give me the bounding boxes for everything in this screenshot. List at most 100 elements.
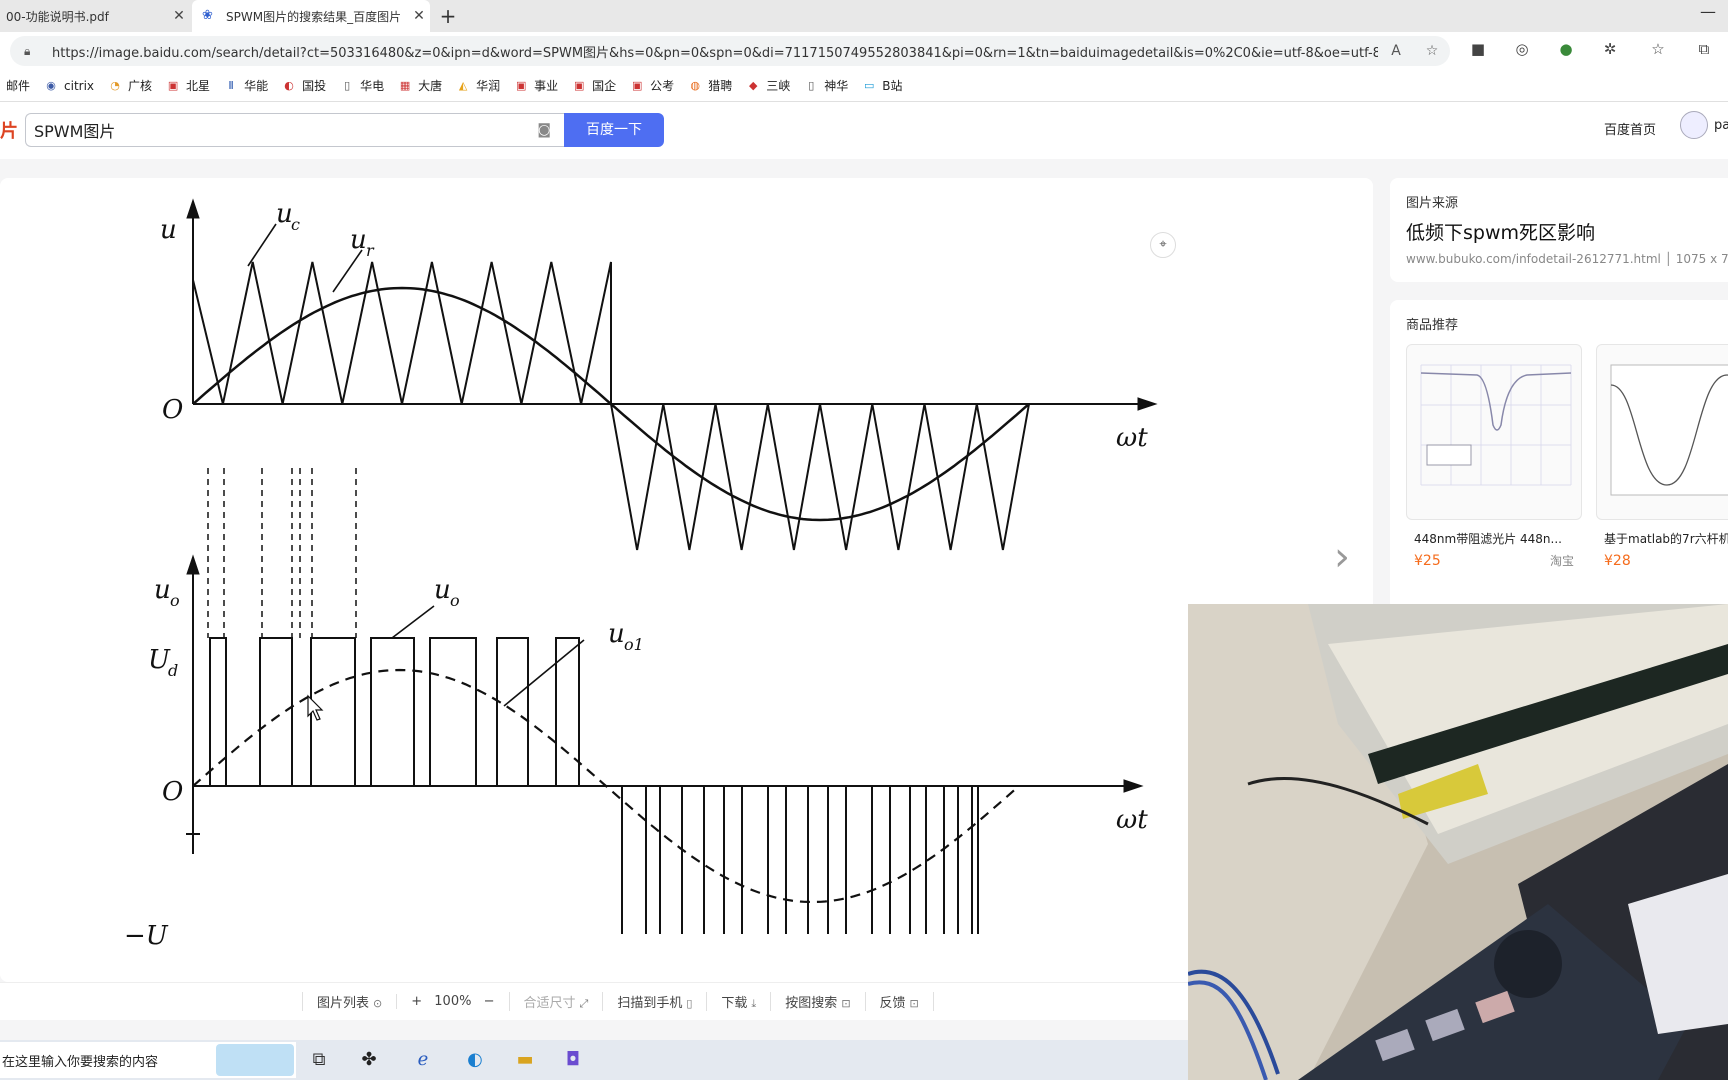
shiye-icon: ▣ <box>515 78 527 92</box>
pulse <box>209 637 227 786</box>
goods-heading: 商品推荐 <box>1406 318 1459 333</box>
origin-label-bottom: O <box>162 777 183 807</box>
favorites-icon[interactable]: ☆ <box>1648 40 1668 58</box>
bookmark[interactable]: ◉ citrix <box>44 79 94 93</box>
extension-icon[interactable]: ● <box>1556 40 1576 58</box>
lock-icon: 🔒︎ <box>24 44 31 58</box>
close-icon[interactable]: ✕ <box>408 8 430 24</box>
bookmark[interactable]: ▣ 公考 <box>630 77 674 94</box>
uo-subscript: o <box>450 591 460 610</box>
product-thumbnail <box>1406 344 1582 520</box>
screenshot-scan-icon[interactable]: ⌖ <box>1150 232 1176 258</box>
bookmark[interactable]: ◆ 三峡 <box>746 77 790 94</box>
collections-icon[interactable]: ⧉ <box>1694 40 1714 58</box>
new-tab-button[interactable]: + <box>436 4 460 28</box>
bookmark[interactable]: ▯ 神华 <box>804 77 848 94</box>
bookmark[interactable]: ▣ 国企 <box>572 77 616 94</box>
address-bar[interactable]: 🔒︎ https://image.baidu.com/search/detail… <box>10 36 1450 66</box>
scan-to-phone-button[interactable]: 扫描到手机 ▯ <box>602 992 706 1011</box>
product-card[interactable]: 448nm带阻滤光片 448n... ¥25 淘宝 <box>1406 344 1582 569</box>
uo1-label: u <box>608 619 625 649</box>
page-icon: ▯ <box>808 78 815 92</box>
tab-pdf[interactable]: 00-功能说明书.pdf ✕ <box>0 0 190 32</box>
fit-icon: ⤢ <box>579 997 589 1010</box>
bookmark[interactable]: ◭ 华润 <box>456 77 500 94</box>
download-button[interactable]: 下载 ⤓ <box>706 992 770 1011</box>
minimize-icon[interactable]: — <box>1700 2 1716 21</box>
webcam-overlay <box>1188 604 1728 1080</box>
axis-uo-subscript: o <box>170 591 180 610</box>
app-icon[interactable]: ◘ <box>560 1048 586 1072</box>
extension-icon[interactable]: ◎ <box>1512 40 1532 58</box>
bookmark[interactable]: ◔ 广核 <box>108 77 152 94</box>
extension-icon[interactable]: ■ <box>1468 40 1488 58</box>
huarun-icon: ◭ <box>458 78 468 92</box>
bookmark[interactable]: ▦ 大唐 <box>398 77 442 94</box>
projection-lines <box>207 468 357 638</box>
read-aloud-icon[interactable]: A <box>1378 43 1414 59</box>
spwm-figure: u u c u r O ωt u o u o u o1 U d O ωt −U <box>124 198 1158 951</box>
image-search-icon: ⊡ <box>841 997 851 1010</box>
phone-icon: ▯ <box>686 997 693 1010</box>
feedback-icon: ⊡ <box>909 997 919 1010</box>
camera-icon[interactable]: ◙ <box>537 122 551 138</box>
task-view-icon[interactable]: ⧉ <box>306 1048 332 1072</box>
zoom-out-button[interactable]: − <box>484 994 495 1009</box>
pulse <box>429 637 477 786</box>
tab-label: 00-功能说明书.pdf <box>6 9 109 24</box>
ud-subscript: d <box>168 661 178 680</box>
cgn-icon: ◔ <box>110 78 120 92</box>
bilibili-icon: ▭ <box>864 78 875 92</box>
bookmark-label: 广核 <box>128 79 153 93</box>
beixing-icon: ▣ <box>167 78 179 92</box>
search-by-image-button[interactable]: 按图搜索 ⊡ <box>770 992 864 1011</box>
user-name[interactable]: pa <box>1714 118 1728 133</box>
product-card[interactable]: 基于matlab的7r六杆机 ¥28 <box>1596 344 1728 569</box>
search-button[interactable]: 百度一下 <box>564 113 664 147</box>
close-icon[interactable]: ✕ <box>168 8 190 24</box>
next-arrow-icon[interactable]: › <box>1334 534 1350 580</box>
search-input[interactable]: SPWM图片 ◙ <box>25 113 565 147</box>
bookmark[interactable]: ◐ 国投 <box>282 77 326 94</box>
bookmark[interactable]: ◍ 猎聘 <box>688 77 732 94</box>
ur-label: u <box>350 225 367 255</box>
image-list-button[interactable]: 图片列表 ⊙ <box>302 992 396 1011</box>
bookmark-label: 华能 <box>244 79 269 93</box>
bookmark[interactable]: ▭ B站 <box>862 77 902 94</box>
ie-icon[interactable]: ℯ <box>410 1048 436 1072</box>
product-thumbnail <box>1596 344 1728 520</box>
feedback-button[interactable]: 反馈 ⊡ <box>864 992 934 1011</box>
source-card: 图片来源 低频下spwm死区影响 www.bubuko.com/infodeta… <box>1390 178 1728 282</box>
favorite-star-icon[interactable]: ☆ <box>1414 43 1450 59</box>
taskbar-search-text: 在这里输入你要搜索的内容 <box>2 1054 159 1070</box>
baidu-home-link[interactable]: 百度首页 <box>1604 119 1656 138</box>
bookmark[interactable]: ▯ 华电 <box>340 77 384 94</box>
file-explorer-icon[interactable]: ▬ <box>512 1048 538 1072</box>
citrix-icon: ◉ <box>46 78 56 92</box>
puzzle-icon[interactable]: ✲ <box>1600 40 1620 58</box>
image-viewer: u u c u r O ωt u o u o u o1 U d O ωt −U <box>0 178 1373 982</box>
avatar[interactable] <box>1680 111 1708 139</box>
origin-label: O <box>162 395 183 425</box>
fit-size-button[interactable]: 合适尺寸 ⤢ <box>508 992 603 1011</box>
uc-leader <box>247 223 277 267</box>
ur-leader <box>332 249 363 293</box>
bookmark-label: 大唐 <box>418 79 443 93</box>
zoom-in-button[interactable]: + <box>411 994 422 1009</box>
uo-leader <box>391 605 435 639</box>
tab-baidu-image[interactable]: ❀ SPWM图片的搜索结果_百度图片 ✕ <box>192 0 430 32</box>
bookmark[interactable]: Ⅱ 华能 <box>224 77 268 94</box>
taskbar-search-input[interactable]: 在这里输入你要搜索的内容 <box>0 1042 296 1078</box>
bookmark[interactable]: ▣ 北星 <box>166 77 210 94</box>
baidu-logo[interactable]: 片 <box>0 117 18 143</box>
source-title[interactable]: 低频下spwm死区影响 <box>1406 218 1595 245</box>
bookmark-label: citrix <box>64 78 95 93</box>
edge-icon[interactable]: ◐ <box>462 1048 488 1072</box>
bookmark-label: 神华 <box>824 79 849 93</box>
bookmark[interactable]: 邮件 <box>6 77 30 94</box>
app-icon[interactable]: ✤ <box>356 1048 382 1072</box>
bookmarks-bar: 邮件 ◉ citrix ◔ 广核 ▣ 北星 Ⅱ 华能 ◐ 国投 ▯ 华电 ▦ 大唐 ◭ 华润 ▣… <box>0 70 1728 102</box>
source-url[interactable]: www.bubuko.com/infodetail-2612771.html │… <box>1406 252 1728 266</box>
bookmark[interactable]: ▣ 事业 <box>514 77 558 94</box>
product-name: 448nm带阻滤光片 448n... <box>1414 532 1562 546</box>
